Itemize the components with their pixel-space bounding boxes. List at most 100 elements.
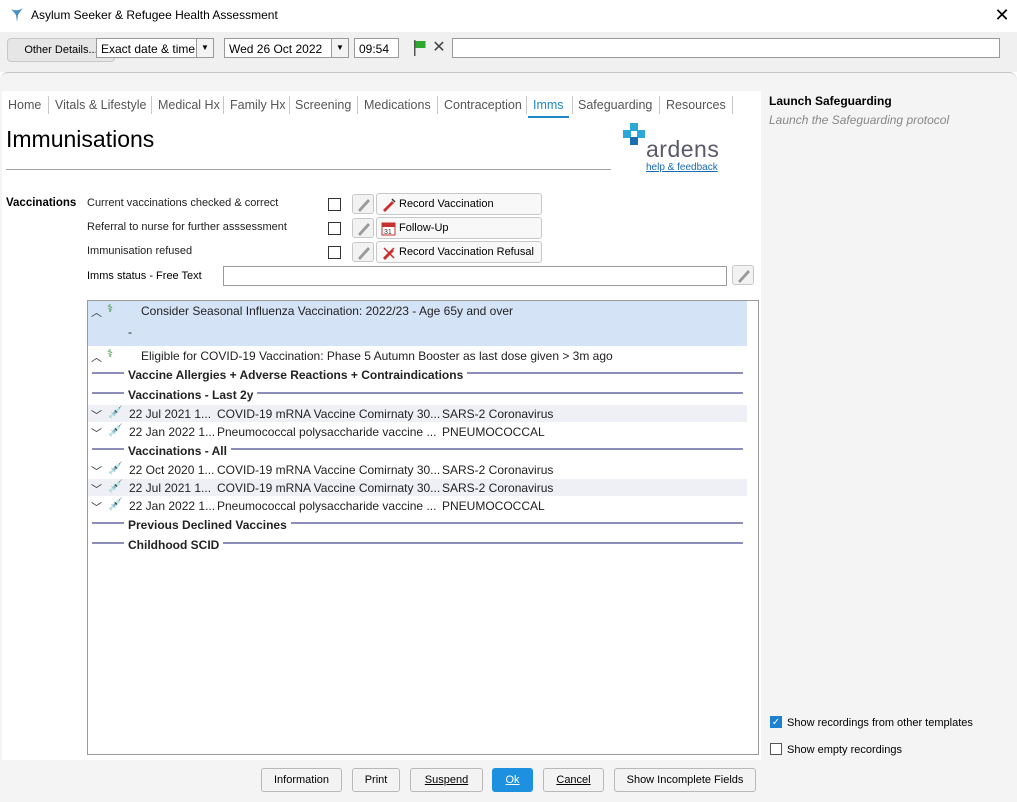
vaccination-date: 22 Jul 2021 1... [129,407,212,421]
referral-nurse-label: Referral to nurse for further asssessmen… [87,221,287,233]
syringe-icon: 💉 [108,461,123,475]
covid-alert-text: Eligible for COVID-19 Vaccination: Phase… [141,349,613,363]
tab-separator [223,96,224,114]
cancel-button[interactable]: Cancel [543,768,604,792]
flag-icon[interactable] [410,38,428,58]
pencil-icon [358,223,370,236]
toolbar-text-input[interactable] [452,38,1000,58]
pencil-edit-button[interactable] [352,218,374,238]
vaccination-disease: PNEUMOCOCCAL [442,499,545,513]
section-declined: Previous Declined Vaccines [124,518,291,532]
date-picker[interactable]: Wed 26 Oct 2022 ▼ [224,38,349,58]
pencil-edit-button[interactable] [352,194,374,214]
vaccination-name: COVID-19 mRNA Vaccine Comirnaty 30... [217,481,441,495]
vaccination-date: 22 Oct 2020 1... [129,463,215,477]
section-allergies: Vaccine Allergies + Adverse Reactions + … [124,368,468,382]
influenza-alert-text: Consider Seasonal Influenza Vaccination:… [141,304,514,318]
show-empty-checkbox[interactable] [770,743,782,755]
chevron-down-icon[interactable]: ﹀ [91,499,102,515]
chevron-up-icon[interactable]: ︿ [91,349,102,365]
record-vaccination-label: Record Vaccination [399,198,494,210]
tab-resources[interactable]: Resources [666,96,726,116]
svg-text:31: 31 [384,229,392,236]
imms-status-input[interactable] [223,266,727,286]
vaccination-name: COVID-19 mRNA Vaccine Comirnaty 30... [217,407,441,421]
information-button[interactable]: Information [261,768,342,792]
app-logo-icon [11,8,23,22]
vaccine-alert-icon: ⚕ [107,303,113,315]
tab-safeguarding[interactable]: Safeguarding [578,96,652,116]
imms-status-label: Imms status - Free Text [87,270,202,282]
referral-nurse-checkbox[interactable] [328,222,341,235]
section-scid: Childhood SCID [124,538,224,552]
show-other-templates-checkbox[interactable]: ✓ [770,716,782,728]
print-button[interactable]: Print [352,768,400,792]
page-title: Immunisations [6,126,155,152]
follow-up-label: Follow-Up [399,222,449,234]
tab-separator [572,96,573,114]
vaccination-date: 22 Jan 2022 1... [129,499,216,513]
calendar-icon: 31 [381,222,396,236]
vaccination-name: Pneumococcal polysaccharide vaccine ... [217,499,437,513]
vaccination-disease: SARS-2 Coronavirus [442,481,554,495]
pencil-edit-button[interactable] [352,242,374,262]
show-incomplete-fields-button[interactable]: Show Incomplete Fields [614,768,756,792]
suspend-button[interactable]: Suspend [410,768,483,792]
vaccinations-checked-label: Current vaccinations checked & correct [87,197,279,209]
section-all: Vaccinations - All [124,444,231,458]
syringe-icon: 💉 [108,423,123,437]
influenza-alert-sub: - [128,325,132,339]
record-vaccination-button[interactable]: Record Vaccination [376,193,542,215]
tab-medical-hx[interactable]: Medical Hx [158,96,220,116]
follow-up-button[interactable]: 31 Follow-Up [376,217,542,239]
ardens-logo-text: ardens [646,136,720,162]
ok-button[interactable]: Ok [492,768,533,792]
date-type-select[interactable]: Exact date & time ▼ [96,38,214,58]
chevron-down-icon[interactable]: ﹀ [91,481,102,497]
vaccinations-checked-checkbox[interactable] [328,198,341,211]
window-title: Asylum Seeker & Refugee Health Assessmen… [31,8,278,22]
tab-vitals-lifestyle[interactable]: Vitals & Lifestyle [55,96,146,116]
tab-contraception[interactable]: Contraception [444,96,522,116]
pencil-icon [358,199,370,212]
tab-family-hx[interactable]: Family Hx [230,96,286,116]
immunisation-refused-checkbox[interactable] [328,246,341,259]
chevron-down-icon[interactable]: ▼ [196,39,213,57]
tab-medications[interactable]: Medications [364,96,431,116]
syringe-icon: 💉 [108,405,123,419]
chevron-down-icon[interactable]: ﹀ [91,463,102,479]
chevron-down-icon[interactable]: ﹀ [91,407,102,423]
chevron-down-icon[interactable]: ▼ [331,39,348,57]
time-input[interactable]: 09:54 [354,38,399,58]
date-value: Wed 26 Oct 2022 [229,42,323,56]
tab-home[interactable]: Home [8,96,41,116]
chevron-down-icon[interactable]: ﹀ [91,425,102,441]
vaccinations-section-label: Vaccinations [6,197,77,209]
show-empty-label: Show empty recordings [787,744,902,756]
tab-screening[interactable]: Screening [295,96,351,116]
pencil-icon [358,247,370,260]
vaccination-name: COVID-19 mRNA Vaccine Comirnaty 30... [217,463,441,477]
vaccination-disease: PNEUMOCOCCAL [442,425,545,439]
launch-safeguarding-description: Launch the Safeguarding protocol [769,113,950,127]
syringe-icon: 💉 [108,497,123,511]
tab-separator [289,96,290,114]
pencil-edit-button[interactable] [732,265,754,285]
tab-separator [48,96,49,114]
tab-separator [357,96,358,114]
close-window-icon[interactable]: ✕ [992,4,1012,26]
tab-separator [659,96,660,114]
vaccination-date: 22 Jan 2022 1... [129,425,216,439]
chevron-up-icon[interactable]: ︿ [91,304,102,320]
launch-safeguarding-title[interactable]: Launch Safeguarding [769,94,892,108]
section-last-2y: Vaccinations - Last 2y [124,388,258,402]
vaccination-date: 22 Jul 2021 1... [129,481,212,495]
clear-icon[interactable]: ✕ [430,38,448,58]
tab-imms[interactable]: Imms [528,96,569,118]
tab-separator [732,96,733,114]
vaccination-name: Pneumococcal polysaccharide vaccine ... [217,425,437,439]
heading-divider [6,169,611,170]
record-vaccination-refusal-button[interactable]: Record Vaccination Refusal [376,241,542,263]
help-feedback-link[interactable]: help & feedback [646,162,718,173]
tab-separator [151,96,152,114]
